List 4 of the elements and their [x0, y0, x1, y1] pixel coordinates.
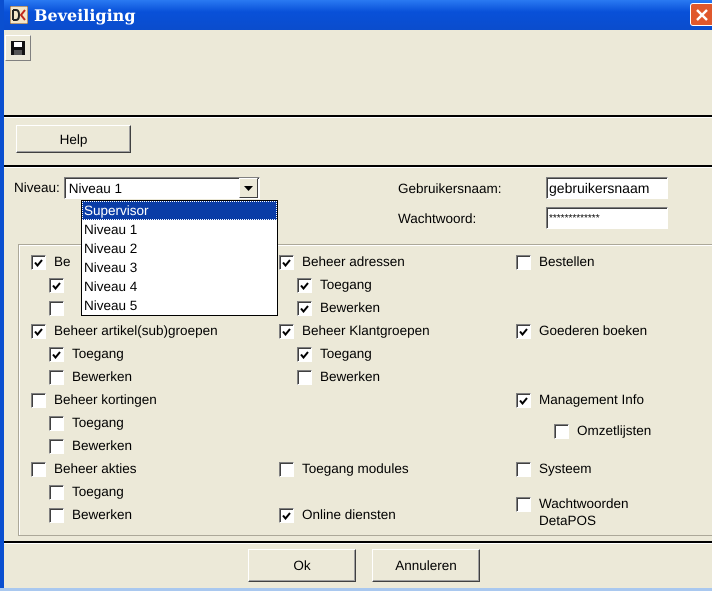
level-label: Niveau: [14, 179, 60, 197]
password-label: Wachtwoord: [398, 210, 478, 226]
username-label: Gebruikersnaam: [398, 180, 503, 196]
window-title: Beveiliging [34, 6, 136, 24]
